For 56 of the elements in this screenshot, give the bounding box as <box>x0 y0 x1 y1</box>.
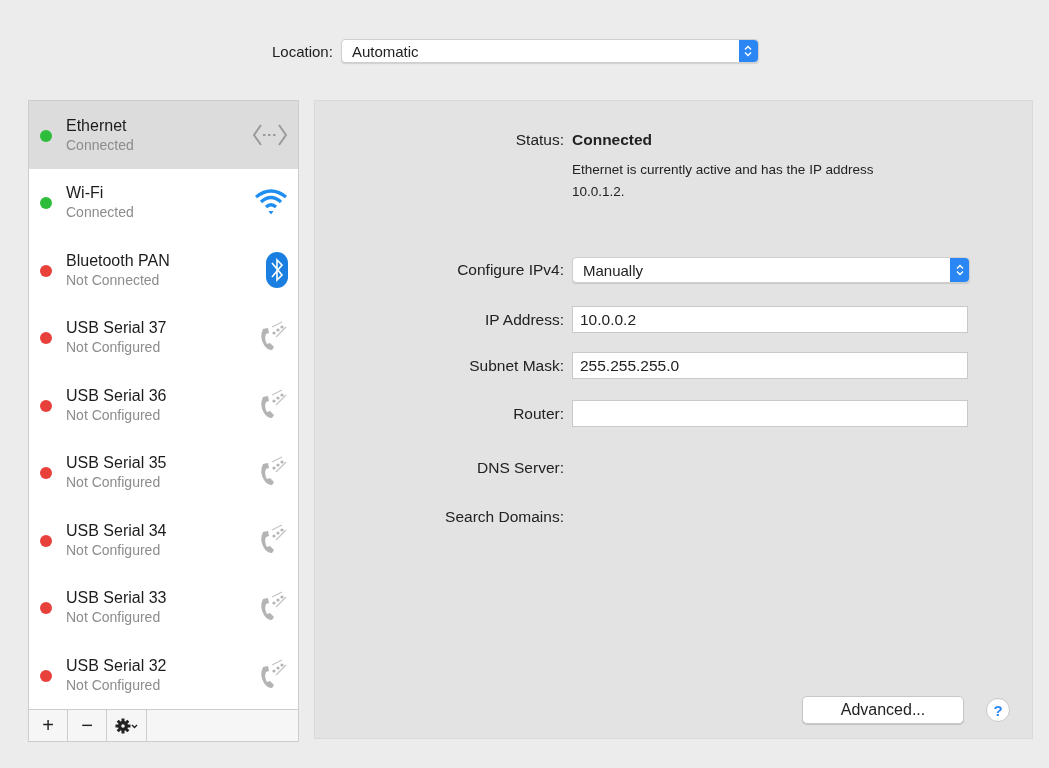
setting-label: Router: <box>512 404 564 423</box>
service-name: Ethernet <box>66 116 128 135</box>
service-name: USB Serial 32 <box>66 656 168 675</box>
popup-button[interactable]: Manually <box>572 257 970 283</box>
location-label: Location: <box>272 42 333 60</box>
setting-label: IP Address: <box>484 310 564 329</box>
service-item[interactable]: USB Serial 37 Not Configured <box>29 303 298 371</box>
status-value: Connected <box>572 131 654 149</box>
service-name: USB Serial 34 <box>66 521 168 540</box>
service-name: USB Serial 36 <box>66 386 168 405</box>
popup-arrows-icon <box>950 258 969 282</box>
service-item[interactable]: USB Serial 34 Not Configured <box>29 506 298 574</box>
service-status: Not Connected <box>66 271 161 288</box>
phone-icon <box>258 388 288 421</box>
service-status: Not Configured <box>66 609 162 626</box>
add-button[interactable]: + <box>29 710 68 741</box>
status-label: Status: <box>514 131 564 149</box>
service-name: Bluetooth PAN <box>66 251 171 270</box>
service-item[interactable]: USB Serial 32 Not Configured <box>29 641 298 709</box>
service-item[interactable]: USB Serial 36 Not Configured <box>29 371 298 439</box>
input-field[interactable]: 10.0.0.2 <box>572 306 968 333</box>
popup-value: Manually <box>583 261 644 279</box>
setting-label: Subnet Mask: <box>468 356 564 375</box>
service-status: Connected <box>66 136 135 153</box>
wifi-icon <box>254 188 288 217</box>
advanced-button[interactable]: Advanced... <box>802 696 964 724</box>
service-name: USB Serial 33 <box>66 589 168 608</box>
gear-icon <box>114 717 139 734</box>
help-button[interactable]: ? <box>986 698 1010 722</box>
service-status: Not Configured <box>66 406 162 423</box>
service-status: Connected <box>66 204 135 221</box>
location-popup[interactable]: Automatic <box>340 39 759 63</box>
setting-label: DNS Server: <box>476 459 564 477</box>
service-item[interactable]: USB Serial 35 Not Configured <box>29 438 298 506</box>
service-name: USB Serial 37 <box>66 319 168 338</box>
setting-label: Search Domains: <box>444 508 564 526</box>
phone-icon <box>258 523 288 556</box>
service-status: Not Configured <box>66 474 162 491</box>
service-status: Not Configured <box>66 676 162 693</box>
service-name: Wi-Fi <box>66 184 105 203</box>
input-field[interactable]: 255.255.255.0 <box>572 352 968 379</box>
status-description: Ethernet is currently active and has the IP address 10.0.1.2. <box>572 161 875 201</box>
service-status: Not Configured <box>66 339 162 356</box>
service-status: Not Configured <box>66 541 162 558</box>
setting-label: Configure IPv4: <box>456 261 564 279</box>
remove-button[interactable]: − <box>68 710 107 741</box>
service-item[interactable]: USB Serial 33 Not Configured <box>29 573 298 641</box>
service-item[interactable]: Ethernet Connected <box>29 101 298 169</box>
phone-icon <box>258 658 288 691</box>
bluetooth-icon <box>266 251 288 288</box>
popup-value: Automatic <box>351 42 419 60</box>
service-item[interactable]: Bluetooth PAN Not Connected <box>29 236 298 304</box>
service-item[interactable]: Wi-Fi Connected <box>29 168 298 236</box>
popup-arrows-icon <box>738 40 758 62</box>
service-name: USB Serial 35 <box>66 454 168 473</box>
input-field[interactable] <box>572 400 968 427</box>
